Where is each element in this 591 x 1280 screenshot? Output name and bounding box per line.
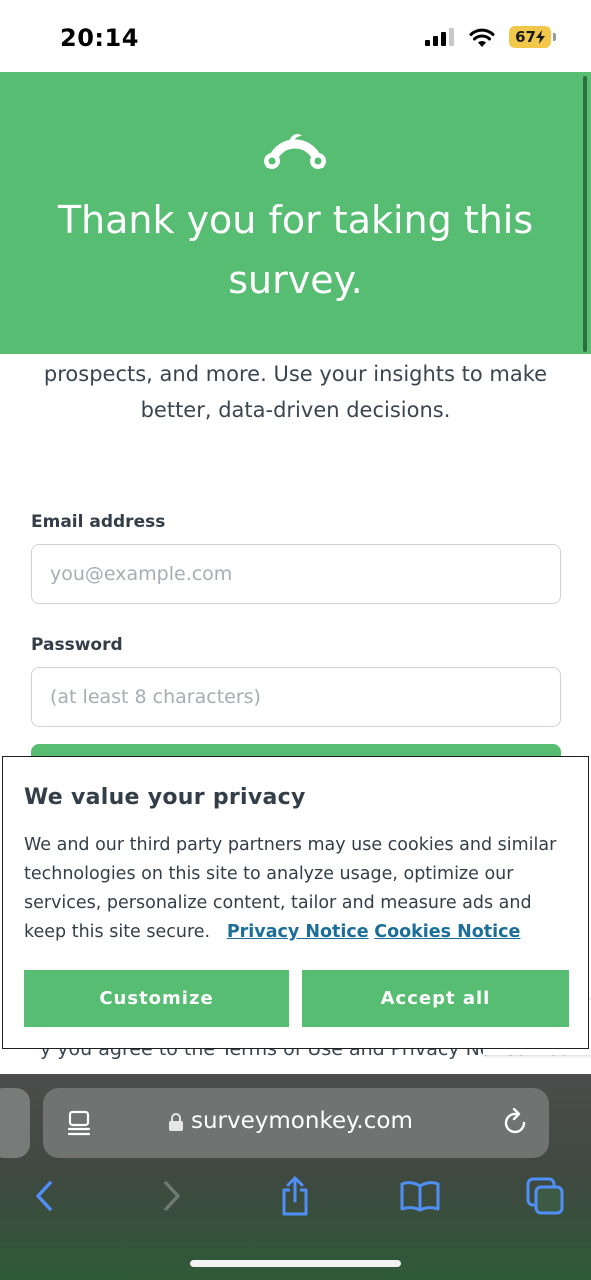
- battery-level: 67: [515, 28, 536, 46]
- tabs-button[interactable]: [523, 1174, 567, 1218]
- back-button[interactable]: [22, 1174, 66, 1218]
- share-button[interactable]: [273, 1174, 317, 1218]
- privacy-title: We value your privacy: [24, 785, 306, 810]
- status-bar: 20:14 67: [0, 0, 591, 72]
- thank-you-title: Thank you for taking this survey.: [57, 198, 534, 302]
- share-icon: [282, 1176, 308, 1216]
- forward-icon: [164, 1181, 180, 1211]
- wifi-icon: [469, 28, 495, 47]
- customize-button[interactable]: Customize: [24, 970, 289, 1027]
- email-label: Email address: [31, 512, 166, 532]
- cellular-signal-icon: [425, 28, 454, 46]
- page-menu-icon[interactable]: [67, 1110, 93, 1136]
- bookmarks-icon: [400, 1181, 440, 1212]
- bookmarks-button[interactable]: [398, 1174, 442, 1218]
- charging-bolt-icon: [535, 30, 545, 44]
- password-field[interactable]: [31, 667, 561, 727]
- address-bar[interactable]: surveymonkey.com: [43, 1088, 549, 1158]
- accept-all-button[interactable]: Accept all: [302, 970, 569, 1027]
- thank-you-header: Thank you for taking this survey.: [0, 72, 591, 354]
- cookies-notice-link[interactable]: Cookies Notice: [374, 922, 520, 942]
- previous-tab-preview[interactable]: [0, 1088, 30, 1158]
- status-icons: 67: [425, 26, 556, 48]
- reload-icon[interactable]: [503, 1108, 529, 1136]
- status-time: 20:14: [60, 24, 139, 52]
- home-indicator[interactable]: [190, 1260, 401, 1267]
- scroll-indicator: [583, 76, 587, 352]
- forward-button[interactable]: [150, 1174, 194, 1218]
- tabs-icon: [526, 1177, 564, 1215]
- lock-icon: [169, 1113, 183, 1131]
- privacy-body: We and our third party partners may use …: [24, 831, 569, 947]
- battery-charging-icon: 67: [509, 26, 556, 48]
- url-text: surveymonkey.com: [191, 1108, 413, 1134]
- back-icon: [36, 1181, 52, 1211]
- privacy-dialog: We value your privacy We and our third p…: [2, 756, 589, 1049]
- email-field[interactable]: [31, 544, 561, 604]
- promo-text: prospects, and more. Use your insights t…: [43, 362, 548, 422]
- browser-toolbar: surveymonkey.com: [0, 1074, 591, 1280]
- surveymonkey-logo-icon: [264, 134, 326, 169]
- privacy-notice-link[interactable]: Privacy Notice: [227, 922, 369, 942]
- password-label: Password: [31, 635, 123, 655]
